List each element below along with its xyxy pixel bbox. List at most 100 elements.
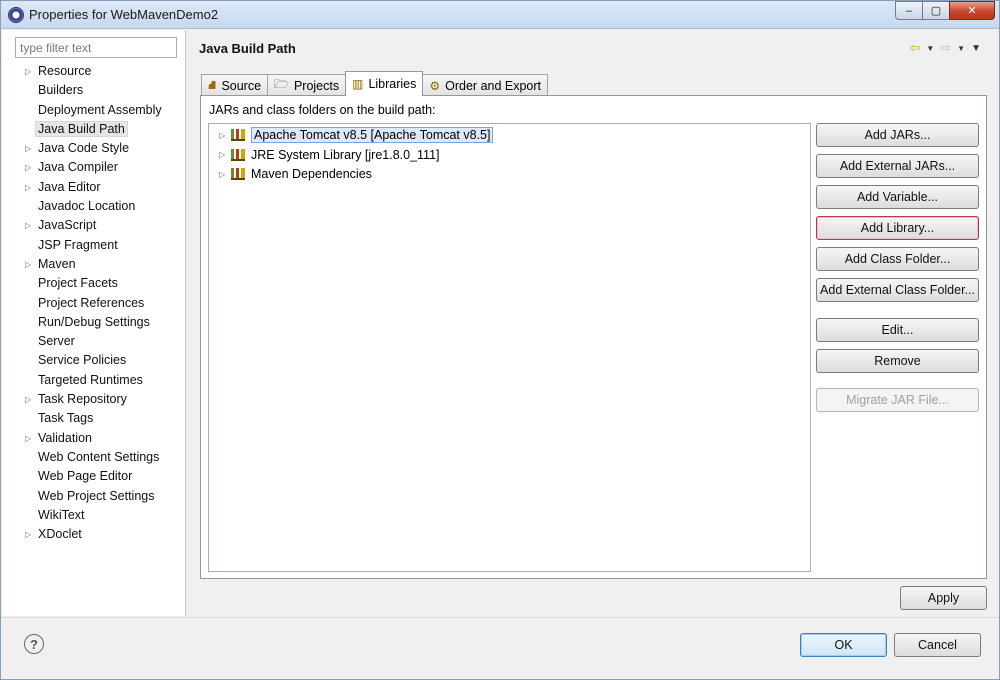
edit-button[interactable]: Edit...: [816, 318, 979, 342]
tab-order-and-export[interactable]: ⚙ Order and Export: [422, 74, 549, 96]
nav-item[interactable]: ▷ Task Repository: [2, 390, 186, 409]
expand-arrow-icon[interactable]: ▷: [25, 255, 31, 274]
nav-item[interactable]: ▷ Validation: [2, 429, 186, 448]
maximize-button[interactable]: ▢: [922, 1, 950, 20]
add-external-class-folder-label: Add External Class Folder...: [820, 283, 975, 297]
filter-input[interactable]: [15, 37, 177, 58]
add-external-class-folder-button[interactable]: Add External Class Folder...: [816, 278, 979, 302]
tab-libraries[interactable]: ▥ Libraries: [345, 71, 424, 96]
expand-arrow-icon[interactable]: ▷: [219, 131, 231, 140]
nav-item-label: Javadoc Location: [38, 199, 136, 214]
nav-item[interactable]: Web Page Editor: [2, 467, 186, 486]
back-dropdown-icon[interactable]: ▼: [926, 44, 934, 53]
add-variable-button[interactable]: Add Variable...: [816, 185, 979, 209]
expand-arrow-icon[interactable]: ▷: [25, 390, 31, 409]
add-external-jars-button[interactable]: Add External JARs...: [816, 154, 979, 178]
tab-source[interactable]: ⛘ Source: [201, 74, 269, 96]
add-variable-label: Add Variable...: [856, 190, 939, 204]
libraries-tree[interactable]: ▷ Apache Tomcat v8.5 [Apache Tomcat v8.5]…: [208, 123, 811, 572]
nav-item-label: Project Facets: [38, 276, 118, 291]
apply-label: Apply: [927, 591, 960, 605]
nav-item-label: Server: [38, 334, 75, 349]
nav-item-label: XDoclet: [38, 527, 82, 542]
source-folder-icon: ⛘: [208, 77, 217, 92]
nav-item[interactable]: Run/Debug Settings: [2, 313, 186, 332]
migrate-jar-button[interactable]: Migrate JAR File...: [816, 388, 979, 412]
nav-item[interactable]: Task Tags: [2, 409, 186, 428]
edit-label: Edit...: [881, 323, 914, 337]
nav-item[interactable]: Targeted Runtimes: [2, 371, 186, 390]
nav-item[interactable]: ▷ Maven: [2, 255, 186, 274]
library-entry-label: Maven Dependencies: [251, 167, 372, 181]
nav-item[interactable]: Web Project Settings: [2, 487, 186, 506]
add-jars-label: Add JARs...: [864, 128, 931, 142]
nav-item-label: Java Editor: [38, 179, 101, 194]
close-button[interactable]: ✕: [949, 1, 995, 20]
add-library-label: Add Library...: [860, 221, 935, 235]
library-entry[interactable]: ▷ JRE System Library [jre1.8.0_111]: [219, 146, 440, 164]
expand-arrow-icon[interactable]: ▷: [25, 139, 31, 158]
nav-item[interactable]: Server: [2, 332, 186, 351]
expand-arrow-icon[interactable]: ▷: [25, 429, 31, 448]
expand-arrow-icon[interactable]: ▷: [25, 158, 31, 177]
ok-button[interactable]: OK: [800, 633, 887, 657]
nav-item[interactable]: ▷ XDoclet: [2, 525, 186, 544]
library-entry[interactable]: ▷ Apache Tomcat v8.5 [Apache Tomcat v8.5]: [219, 126, 494, 144]
cancel-button[interactable]: Cancel: [894, 633, 981, 657]
nav-item-label: Service Policies: [38, 353, 127, 368]
nav-item[interactable]: ▷ Java Code Style: [2, 139, 186, 158]
add-jars-button[interactable]: Add JARs...: [816, 123, 979, 147]
libraries-label: JARs and class folders on the build path…: [209, 103, 436, 117]
back-arrow-icon[interactable]: ⇦: [909, 40, 920, 56]
remove-button[interactable]: Remove: [816, 349, 979, 373]
nav-item-label: Maven: [38, 256, 76, 271]
nav-item[interactable]: Javadoc Location: [2, 197, 186, 216]
nav-item[interactable]: WikiText: [2, 506, 186, 525]
nav-item-label: Web Page Editor: [38, 469, 133, 484]
eclipse-icon: [8, 7, 24, 23]
tab-label: Libraries: [368, 77, 417, 91]
nav-item[interactable]: Project Facets: [2, 274, 186, 293]
nav-item[interactable]: Service Policies: [2, 351, 186, 370]
expand-arrow-icon[interactable]: ▷: [25, 216, 31, 235]
library-icon: [231, 129, 245, 141]
expand-arrow-icon[interactable]: ▷: [219, 170, 231, 179]
nav-item-label: JSP Fragment: [38, 237, 118, 252]
nav-item[interactable]: ▷ JavaScript: [2, 216, 186, 235]
nav-item[interactable]: ▷ Java Compiler: [2, 158, 186, 177]
tab-projects[interactable]: 🗁 Projects: [267, 74, 347, 96]
expand-arrow-icon[interactable]: ▷: [25, 62, 31, 81]
expand-arrow-icon[interactable]: ▷: [25, 178, 31, 197]
footer-separator: [1, 617, 999, 618]
expand-arrow-icon[interactable]: ▷: [25, 525, 31, 544]
nav-item-label: Task Tags: [38, 411, 94, 426]
window-controls: – ▢ ✕: [895, 1, 995, 20]
apply-button[interactable]: Apply: [900, 586, 987, 610]
nav-item-label: Web Content Settings: [38, 449, 160, 464]
nav-item-label: Builders: [38, 83, 84, 98]
title-bar[interactable]: Properties for WebMavenDemo2 – ▢ ✕: [1, 1, 999, 29]
add-library-button[interactable]: Add Library...: [816, 216, 979, 240]
expand-arrow-icon[interactable]: ▷: [219, 150, 231, 159]
tab-label: Source: [221, 78, 262, 93]
library-entry-label: Apache Tomcat v8.5 [Apache Tomcat v8.5]: [251, 127, 494, 143]
add-class-folder-button[interactable]: Add Class Folder...: [816, 247, 979, 271]
cancel-label: Cancel: [918, 638, 957, 652]
nav-item[interactable]: Java Build Path: [2, 120, 186, 139]
view-menu-icon[interactable]: ▼: [971, 43, 981, 54]
help-icon[interactable]: ?: [24, 634, 44, 654]
add-external-jars-label: Add External JARs...: [839, 159, 956, 173]
history-navigation: ⇦ ▼ ⇨ ▼ ▼: [909, 40, 981, 56]
library-entry[interactable]: ▷ Maven Dependencies: [219, 165, 372, 183]
nav-item[interactable]: ▷ Resource: [2, 62, 186, 81]
forward-dropdown-icon[interactable]: ▼: [957, 44, 965, 53]
nav-item[interactable]: Deployment Assembly: [2, 101, 186, 120]
nav-item[interactable]: Web Content Settings: [2, 448, 186, 467]
nav-item[interactable]: ▷ Java Editor: [2, 178, 186, 197]
nav-item[interactable]: Project References: [2, 294, 186, 313]
nav-item[interactable]: JSP Fragment: [2, 236, 186, 255]
forward-arrow-icon[interactable]: ⇨: [940, 40, 951, 56]
library-icon: [231, 148, 245, 161]
minimize-button[interactable]: –: [895, 1, 923, 20]
nav-item[interactable]: Builders: [2, 81, 186, 100]
